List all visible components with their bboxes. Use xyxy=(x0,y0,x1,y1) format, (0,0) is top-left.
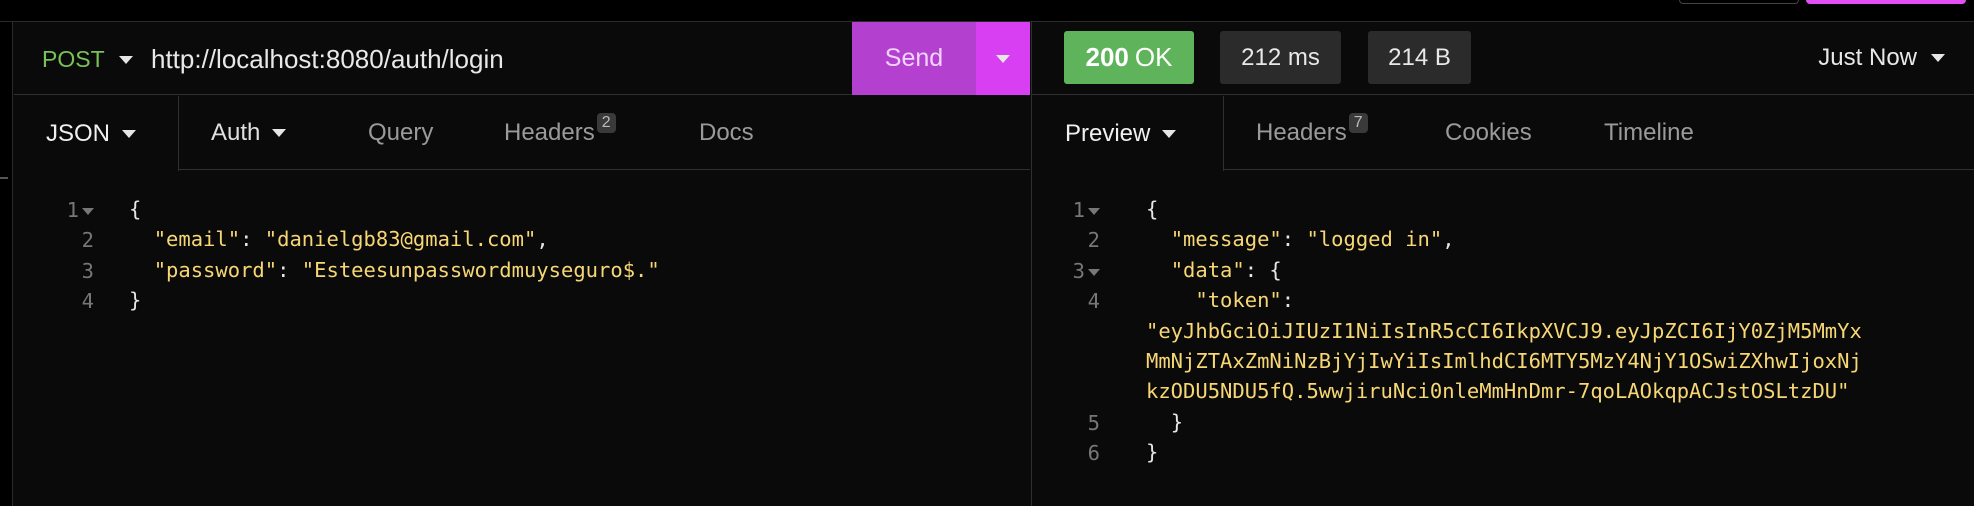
sidebar-edge xyxy=(0,22,13,506)
line-number: 5 xyxy=(1087,411,1100,435)
history-dropdown[interactable]: Just Now xyxy=(1818,44,1945,72)
line-number: 6 xyxy=(1087,441,1100,465)
chevron-down-icon xyxy=(272,129,287,137)
token-value: "eyJhbGciOiJIUzI1NiIsInR5cCI6IkpXVCJ9.ey… xyxy=(1146,319,1862,343)
tab-response-headers[interactable]: Headers 7 xyxy=(1256,96,1368,170)
tab-headers[interactable]: Headers 2 xyxy=(504,96,616,170)
line-number: 1 xyxy=(1040,198,1100,222)
response-body-viewer[interactable]: 1 2 3 4 5 6 { "message": "logged in", "d… xyxy=(1032,172,1974,506)
chevron-down-icon xyxy=(996,54,1010,63)
code-line: } xyxy=(1146,440,1159,464)
code-line: } xyxy=(1170,410,1184,434)
method-label: POST xyxy=(42,46,105,72)
request-pane: POST http://localhost:8080/auth/login Se… xyxy=(14,22,1030,506)
insomnia-window: POST http://localhost:8080/auth/login Se… xyxy=(0,0,1974,506)
line-number: 4 xyxy=(81,289,94,313)
chevron-down-icon xyxy=(118,55,133,64)
tab-preview[interactable]: Preview xyxy=(1032,96,1224,171)
method-selector[interactable]: POST xyxy=(42,46,133,73)
url-input[interactable]: http://localhost:8080/auth/login xyxy=(151,44,504,75)
code-line: } xyxy=(129,288,142,312)
token-value: MmNjZTAxZmNiNzBjYjIwYiIsImlhdCI6MTY5MzY4… xyxy=(1146,349,1862,373)
request-body-editor[interactable]: 1 2 3 4 { "email": "danielgb83@gmail.com… xyxy=(14,172,1030,506)
send-button[interactable]: Send xyxy=(852,22,976,95)
code-line: "token": xyxy=(1195,288,1295,312)
code-line: { xyxy=(1146,197,1159,221)
tab-body-json[interactable]: JSON xyxy=(14,96,179,171)
fold-icon[interactable] xyxy=(1088,207,1100,215)
code-line: "data": { xyxy=(1170,258,1282,282)
headers-count-badge: 2 xyxy=(596,113,616,133)
code-line: { xyxy=(129,197,142,221)
toolbar-accent-button[interactable] xyxy=(1806,0,1966,4)
line-number: 2 xyxy=(1087,228,1100,252)
headers-count-badge: 7 xyxy=(1348,113,1368,133)
code-line: "email": "danielgb83@gmail.com", xyxy=(153,227,549,251)
tab-auth[interactable]: Auth xyxy=(211,96,287,170)
fold-icon[interactable] xyxy=(82,207,94,215)
top-toolbar xyxy=(0,0,1974,22)
line-number: 4 xyxy=(1087,289,1100,313)
chevron-down-icon xyxy=(1162,129,1177,138)
tab-docs[interactable]: Docs xyxy=(699,96,754,170)
response-tabs: Preview Headers 7 Cookies Timeline xyxy=(1032,96,1974,171)
request-tabs: JSON Auth Query Headers 2 Docs xyxy=(14,96,1030,171)
line-number: 2 xyxy=(81,228,94,252)
toolbar-button[interactable] xyxy=(1679,0,1799,4)
tab-query[interactable]: Query xyxy=(368,96,433,170)
status-badge: 200 OK xyxy=(1064,31,1194,84)
tab-timeline[interactable]: Timeline xyxy=(1604,96,1694,170)
fold-icon[interactable] xyxy=(1088,268,1100,276)
line-number: 3 xyxy=(1040,259,1100,283)
url-bar: POST http://localhost:8080/auth/login Se… xyxy=(14,22,1030,95)
token-value: kzODU5NDU5fQ.5wwjiruNci0nleMmHnDmr-7qoLA… xyxy=(1146,379,1850,403)
response-status-bar: 200 OK 212 ms 214 B Just Now xyxy=(1032,22,1974,95)
chevron-down-icon xyxy=(1931,54,1945,62)
line-number: 1 xyxy=(34,198,94,222)
tab-cookies[interactable]: Cookies xyxy=(1445,96,1532,170)
response-size: 214 B xyxy=(1368,31,1471,84)
code-line: "message": "logged in", xyxy=(1170,227,1455,251)
line-number: 3 xyxy=(81,259,94,283)
response-pane: 200 OK 212 ms 214 B Just Now Preview Head… xyxy=(1031,22,1974,506)
response-time: 212 ms xyxy=(1220,31,1341,84)
chevron-down-icon xyxy=(122,129,137,138)
send-options-button[interactable] xyxy=(976,22,1030,95)
code-line: "password": "Esteesunpasswordmuyseguro$.… xyxy=(153,258,660,282)
